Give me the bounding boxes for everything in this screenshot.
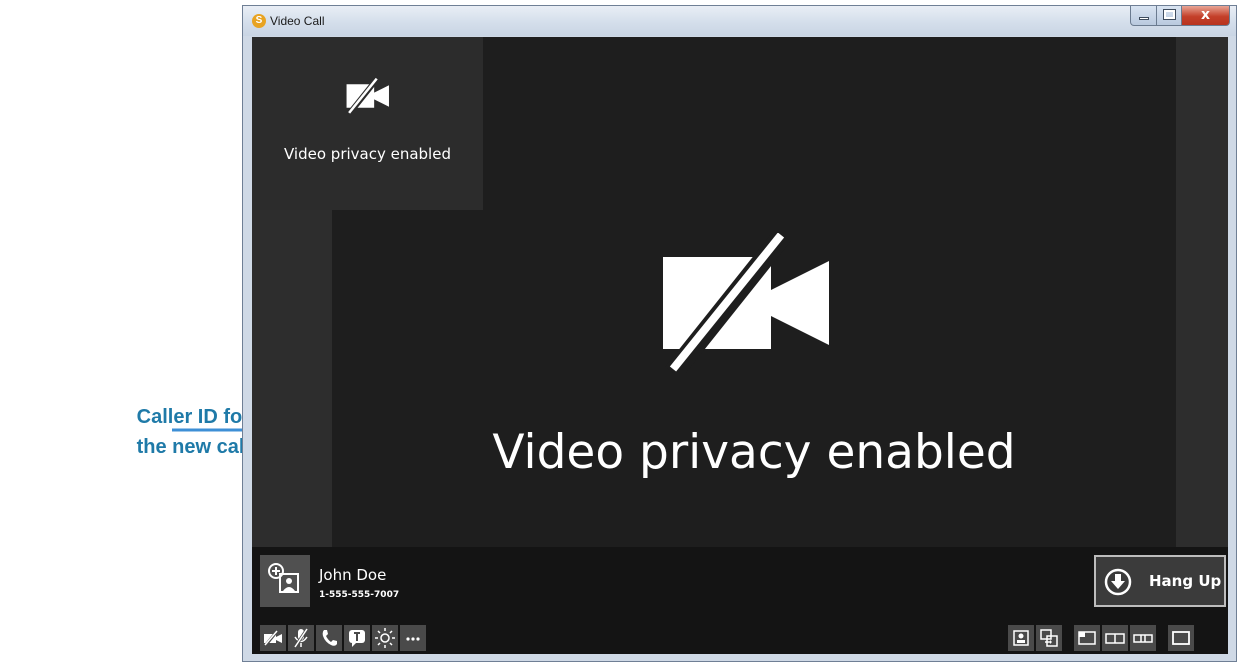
hang-up-label: Hang Up <box>1149 572 1222 590</box>
layout-pip-icon <box>1078 631 1096 645</box>
hang-up-icon <box>1104 568 1132 596</box>
self-view[interactable]: Video privacy enabled <box>252 37 483 210</box>
close-icon: x <box>1200 7 1211 23</box>
chat-button[interactable] <box>344 625 370 651</box>
video-call-window: S Video Call x Video privacy enabled Vid… <box>242 5 1237 662</box>
layout-fullscreen-icon <box>1172 631 1190 645</box>
phone-button[interactable] <box>316 625 342 651</box>
window-title: Video Call <box>270 14 325 28</box>
brightness-icon <box>375 628 395 648</box>
layout-fullscreen-button[interactable] <box>1168 625 1194 651</box>
add-contact-button[interactable] <box>260 555 310 607</box>
contact-card-icon <box>1013 630 1029 646</box>
caller-name: John Doe <box>319 566 387 584</box>
more-icon <box>406 637 420 641</box>
title-bar[interactable]: S Video Call x <box>243 6 1236 36</box>
minimize-icon <box>1139 17 1149 20</box>
layout-small-icon <box>1133 634 1153 643</box>
maximize-button[interactable] <box>1156 6 1182 26</box>
add-contact-icon <box>268 563 299 593</box>
app-logo-icon: S <box>252 14 266 28</box>
layout-side-by-side-button[interactable] <box>1102 625 1128 651</box>
video-off-icon <box>346 77 389 115</box>
close-button[interactable]: x <box>1181 6 1230 26</box>
hang-up-button[interactable]: Hang Up <box>1094 555 1226 607</box>
self-privacy-text: Video privacy enabled <box>284 145 451 163</box>
chat-icon <box>349 630 365 647</box>
layout-side-by-side-icon <box>1105 633 1125 644</box>
video-privacy-button[interactable] <box>260 625 286 651</box>
mute-button[interactable] <box>288 625 314 651</box>
brightness-button[interactable] <box>372 625 398 651</box>
call-control-bar: John Doe 1-555-555-7007 Hang Up <box>252 547 1228 654</box>
mute-microphone-icon <box>293 628 309 648</box>
caller-number: 1-555-555-7007 <box>319 590 400 600</box>
video-privacy-icon <box>263 629 282 647</box>
layout-pip-button[interactable] <box>1074 625 1100 651</box>
maximize-icon <box>1164 10 1175 19</box>
phone-icon <box>322 630 337 646</box>
contact-card-button[interactable] <box>1008 625 1034 651</box>
more-button[interactable] <box>400 625 426 651</box>
right-letterbox <box>1176 37 1228 547</box>
video-area: Video privacy enabled Video privacy enab… <box>252 37 1228 654</box>
share-screen-icon <box>1040 629 1058 647</box>
remote-privacy-text: Video privacy enabled <box>492 425 1016 480</box>
share-screen-button[interactable] <box>1036 625 1062 651</box>
layout-small-button[interactable] <box>1130 625 1156 651</box>
video-off-icon <box>663 233 829 373</box>
minimize-button[interactable] <box>1130 6 1157 26</box>
